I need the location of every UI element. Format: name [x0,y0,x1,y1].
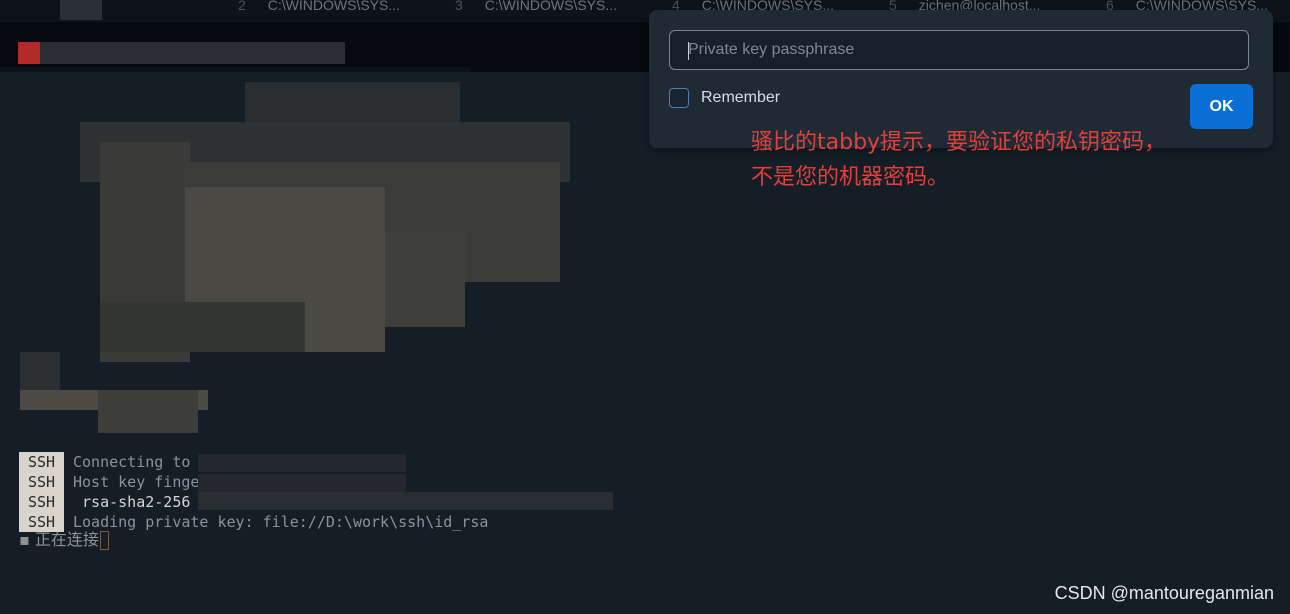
redacted-icon [18,42,40,64]
tab-3[interactable]: 3 C:\WINDOWS\SYS... [455,0,617,16]
redacted-key [198,492,613,510]
status-line: ▪ 正在连接 [19,530,109,550]
status-text: ▪ 正在连接 [19,530,99,549]
annotation-line-2: 不是您的机器密码。 [751,165,950,190]
tab-2[interactable]: 2 C:\WINDOWS\SYS... [238,0,400,16]
annotation-line-1: 骚比的tabby提示，要验证您的私钥密码， [751,130,1167,155]
watermark: CSDN @mantoureganmian [1054,583,1274,603]
redacted-title [40,42,345,64]
ssh-badge: SSH [19,452,64,472]
terminal-line: SSH Loading private key: file://D:\work\s… [19,512,488,532]
annotation-text: 骚比的tabby提示，要验证您的私钥密码， 不是您的机器密码。 [751,125,1271,195]
tab-indicator [60,0,102,20]
ok-button[interactable]: OK [1190,84,1253,129]
redacted-mosaic [100,302,305,352]
remember-checkbox[interactable] [669,88,689,108]
redacted-mosaic [385,232,465,327]
tab-number: 3 [455,0,463,13]
terminal-line: SSH rsa-sha2-256 [19,492,190,512]
terminal-text: Loading private key: file://D:\work\ssh\… [73,513,489,531]
terminal-text: Connecting to [73,453,191,471]
tab-number: 2 [238,0,246,13]
redacted-mosaic [245,82,460,122]
passphrase-input[interactable] [669,30,1249,70]
redacted-mosaic [98,390,198,433]
ssh-badge: SSH [19,492,64,512]
remember-option[interactable]: Remember [669,86,780,110]
redacted-host [198,454,406,472]
terminal-text: rsa-sha2-256 [73,493,191,511]
text-caret [688,42,689,60]
terminal-line: SSH Connecting to [19,452,190,472]
redacted-fingerprint [198,474,406,492]
ssh-badge: SSH [19,512,64,532]
remember-label: Remember [701,89,781,106]
terminal-cursor [99,531,109,550]
tab-label: C:\WINDOWS\SYS... [267,0,401,13]
ssh-badge: SSH [19,472,64,492]
tab-label: C:\WINDOWS\SYS... [484,0,618,13]
